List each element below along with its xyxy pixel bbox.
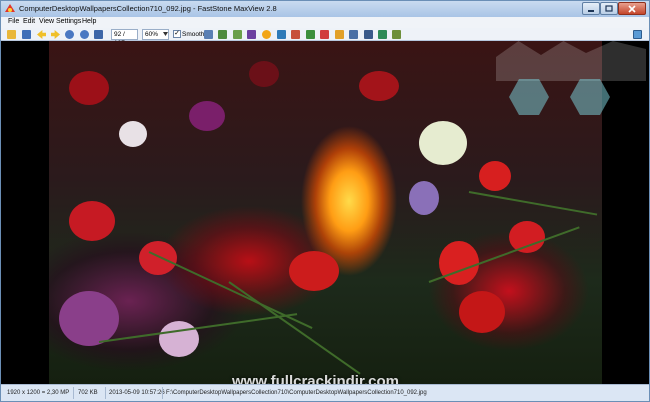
next-icon[interactable] (51, 30, 60, 39)
email-icon[interactable] (349, 30, 358, 39)
menu-edit[interactable]: Edit (23, 18, 35, 25)
close-button[interactable] (618, 2, 646, 15)
smooth-checkbox[interactable]: ✓ (173, 30, 181, 38)
print-icon[interactable] (364, 30, 373, 39)
window-title: ComputerDesktopWallpapersCollection710_0… (19, 4, 277, 13)
image-canvas[interactable]: www.fullcrackindir.com (1, 41, 649, 384)
rotate-right-icon[interactable] (306, 30, 315, 39)
title-bar[interactable]: ComputerDesktopWallpapersCollection710_0… (1, 1, 649, 17)
smooth-label: Smooth (182, 31, 205, 38)
status-file-size: 702 KB (78, 390, 98, 396)
grid-icon[interactable] (233, 30, 242, 39)
flip-icon[interactable] (320, 30, 329, 39)
frame-icon[interactable] (335, 30, 344, 39)
watermark-text: www.fullcrackindir.com (232, 373, 399, 384)
save-icon[interactable] (22, 30, 31, 39)
menu-bar: File Edit View Settings Help (1, 17, 649, 28)
actual-size-icon[interactable] (218, 30, 227, 39)
minimize-icon (588, 9, 594, 12)
image-counter[interactable]: 92 / 127 (111, 29, 138, 47)
rotate-left-icon[interactable] (291, 30, 300, 39)
menu-settings[interactable]: Settings (56, 18, 81, 25)
crop-icon[interactable] (277, 30, 286, 39)
zoom-out-icon[interactable] (80, 30, 89, 39)
color-icon[interactable] (247, 30, 256, 39)
chevron-down-icon[interactable] (163, 32, 168, 36)
status-resolution: 1920 x 1200 = 2,30 MP (7, 390, 70, 396)
splash-overlay (496, 41, 646, 81)
minimize-button[interactable] (582, 2, 600, 15)
menu-help[interactable]: Help (82, 18, 96, 25)
sun-icon[interactable] (262, 30, 271, 39)
app-logo-icon (5, 4, 15, 12)
maximize-button[interactable] (600, 2, 618, 15)
menu-view[interactable]: View (39, 18, 54, 25)
status-date: 2013-05-09 10:57:26 (109, 390, 165, 396)
toolbar: 92 / 127 60% ✓ Smooth (1, 28, 649, 47)
zoom-in-icon[interactable] (65, 30, 74, 39)
first-icon[interactable] (94, 30, 103, 39)
status-path: F:\ComputerDesktopWallpapersCollection71… (166, 390, 427, 396)
status-bar: 1920 x 1200 = 2,30 MP 702 KB 2013-05-09 … (1, 384, 649, 401)
fit-icon[interactable] (204, 30, 213, 39)
prev-icon[interactable] (37, 30, 46, 39)
maximize-icon (605, 5, 613, 12)
settings-icon[interactable] (392, 30, 401, 39)
slideshow-icon[interactable] (378, 30, 387, 39)
close-icon (628, 4, 636, 13)
open-icon[interactable] (7, 30, 16, 39)
menu-file[interactable]: File (8, 18, 19, 25)
fullscreen-icon[interactable] (633, 30, 642, 39)
app-window: ComputerDesktopWallpapersCollection710_0… (0, 0, 650, 402)
